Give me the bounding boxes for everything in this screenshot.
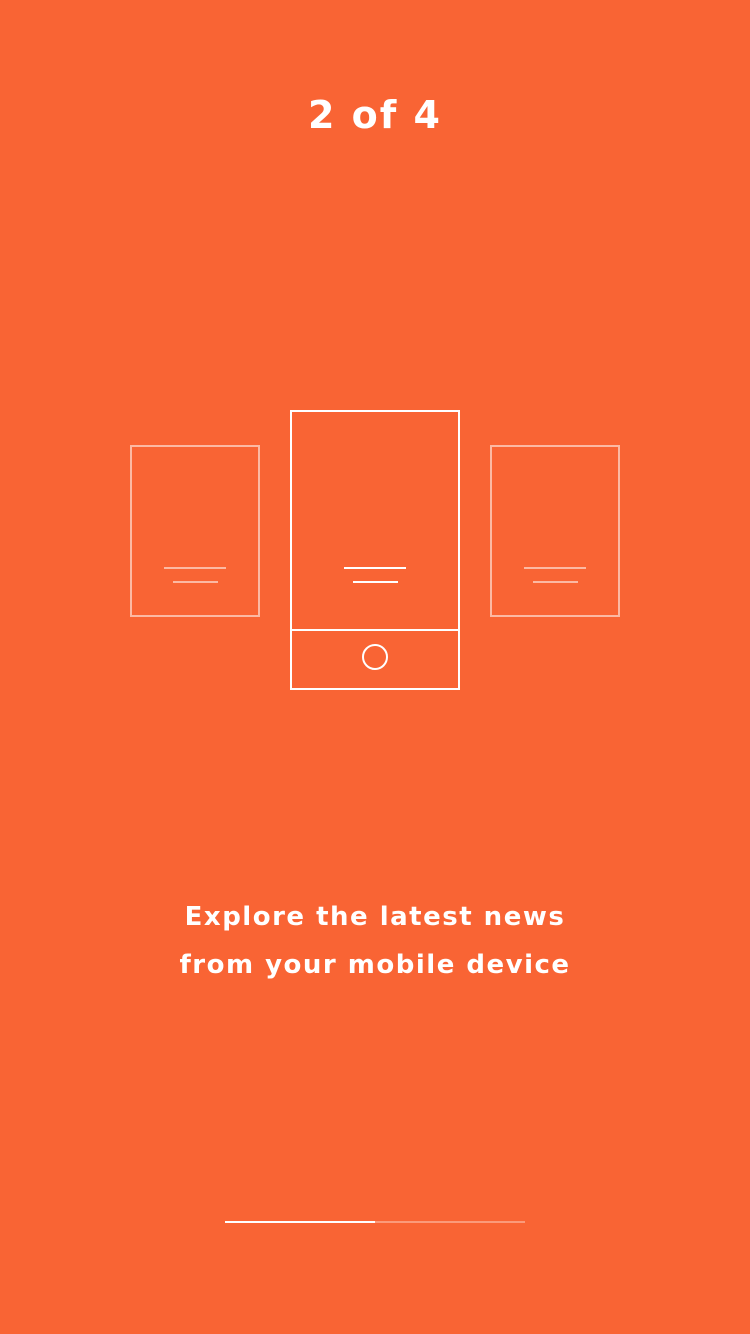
left-page-card-icon (130, 445, 260, 617)
right-page-card-icon (490, 445, 620, 617)
swipe-illustration (130, 410, 620, 690)
message-line-2: from your mobile device (179, 950, 571, 980)
message-line-1: Explore the latest news (184, 902, 566, 932)
progress-bar-fill (225, 1221, 375, 1223)
step-counter: 2 of 4 (308, 93, 442, 137)
home-button-icon (362, 644, 388, 670)
phone-outline-icon (290, 410, 460, 690)
onboarding-progress-bar (225, 1221, 525, 1223)
onboarding-message: Explore the latest news from your mobile… (0, 893, 750, 989)
